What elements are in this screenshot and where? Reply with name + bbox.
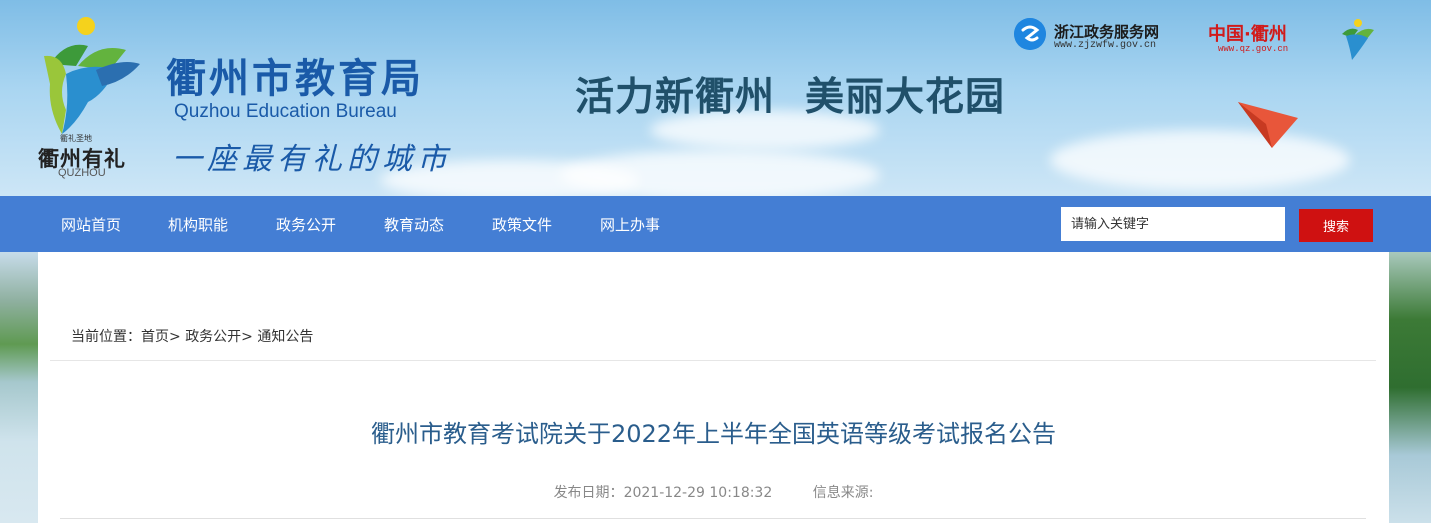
site-subtitle: Quzhou Education Bureau — [174, 101, 397, 122]
breadcrumb-home[interactable]: 首页> — [141, 329, 181, 345]
zjzwfw-name: 浙江政务服务网 — [1054, 23, 1160, 41]
publish-label: 发布日期： — [553, 485, 624, 501]
paper-plane-icon — [1238, 102, 1298, 148]
qz-gov-name: 中国·衢州 — [1208, 24, 1287, 45]
breadcrumb-prefix: 当前位置： — [71, 329, 141, 345]
site-slogan: 一座最有礼的城市 — [172, 142, 452, 177]
search-input[interactable] — [1061, 207, 1285, 241]
divider — [50, 360, 1376, 361]
nav-item-online-service[interactable]: 网上办事 — [600, 214, 660, 235]
source-info: 信息来源: — [813, 485, 874, 501]
banner-slogan-1: 活力新衢州 — [575, 74, 776, 120]
scenery-left-image — [0, 252, 38, 523]
cloud-decoration — [1050, 130, 1350, 190]
zjzwfw-url: www.zjzwfw.gov.cn — [1054, 40, 1157, 51]
emblem-en: QUZHOU — [58, 167, 106, 179]
breadcrumb: 当前位置：首页> 政务公开> 通知公告 — [71, 326, 313, 346]
nav-item-gov-affairs[interactable]: 政务公开 — [276, 214, 336, 235]
header-banner: 衢礼圣地 衢州有礼 QUZHOU 衢州市教育局 Quzhou Education… — [0, 0, 1431, 196]
nav-item-functions[interactable]: 机构职能 — [168, 214, 228, 235]
banner-slogan: 活力新衢州 美丽大花园 — [575, 66, 1035, 122]
publish-info: 发布日期：2021-12-29 10:18:32 — [554, 485, 773, 501]
banner-slogan-2: 美丽大花园 — [805, 74, 1006, 120]
breadcrumb-gov-affairs[interactable]: 政务公开> — [185, 329, 253, 345]
qz-gov-link[interactable]: 中国·衢州 www.qz.gov.cn — [1208, 18, 1318, 58]
qz-gov-url: www.qz.gov.cn — [1218, 44, 1289, 54]
article-title: 衢州市教育考试院关于2022年上半年全国英语等级考试报名公告 — [370, 420, 1057, 448]
divider — [60, 518, 1366, 519]
article-meta: 发布日期：2021-12-29 10:18:32 信息来源: — [38, 482, 1389, 502]
nav-item-edu-news[interactable]: 教育动态 — [384, 214, 444, 235]
qz-gov-logo-icon[interactable] — [1338, 18, 1376, 62]
source-label: 信息来源: — [812, 485, 874, 501]
content-panel: 当前位置：首页> 政务公开> 通知公告 衢州市教育考试院关于2022年上半年全国… — [38, 252, 1389, 523]
breadcrumb-notices[interactable]: 通知公告 — [257, 329, 313, 345]
nav-item-home[interactable]: 网站首页 — [61, 214, 121, 235]
site-title: 衢州市教育局 — [166, 55, 424, 102]
main-nav: 网站首页 机构职能 政务公开 教育动态 政策文件 网上办事 搜索 — [0, 196, 1431, 252]
zjzwfw-logo-icon — [1014, 18, 1046, 50]
zjzwfw-link[interactable]: 浙江政务服务网 www.zjzwfw.gov.cn — [1014, 18, 1184, 58]
publish-date: 2021-12-29 10:18:32 — [623, 485, 773, 501]
nav-item-policy[interactable]: 政策文件 — [492, 214, 552, 235]
scenery-right-image — [1389, 252, 1431, 523]
search-button[interactable]: 搜索 — [1299, 209, 1373, 242]
